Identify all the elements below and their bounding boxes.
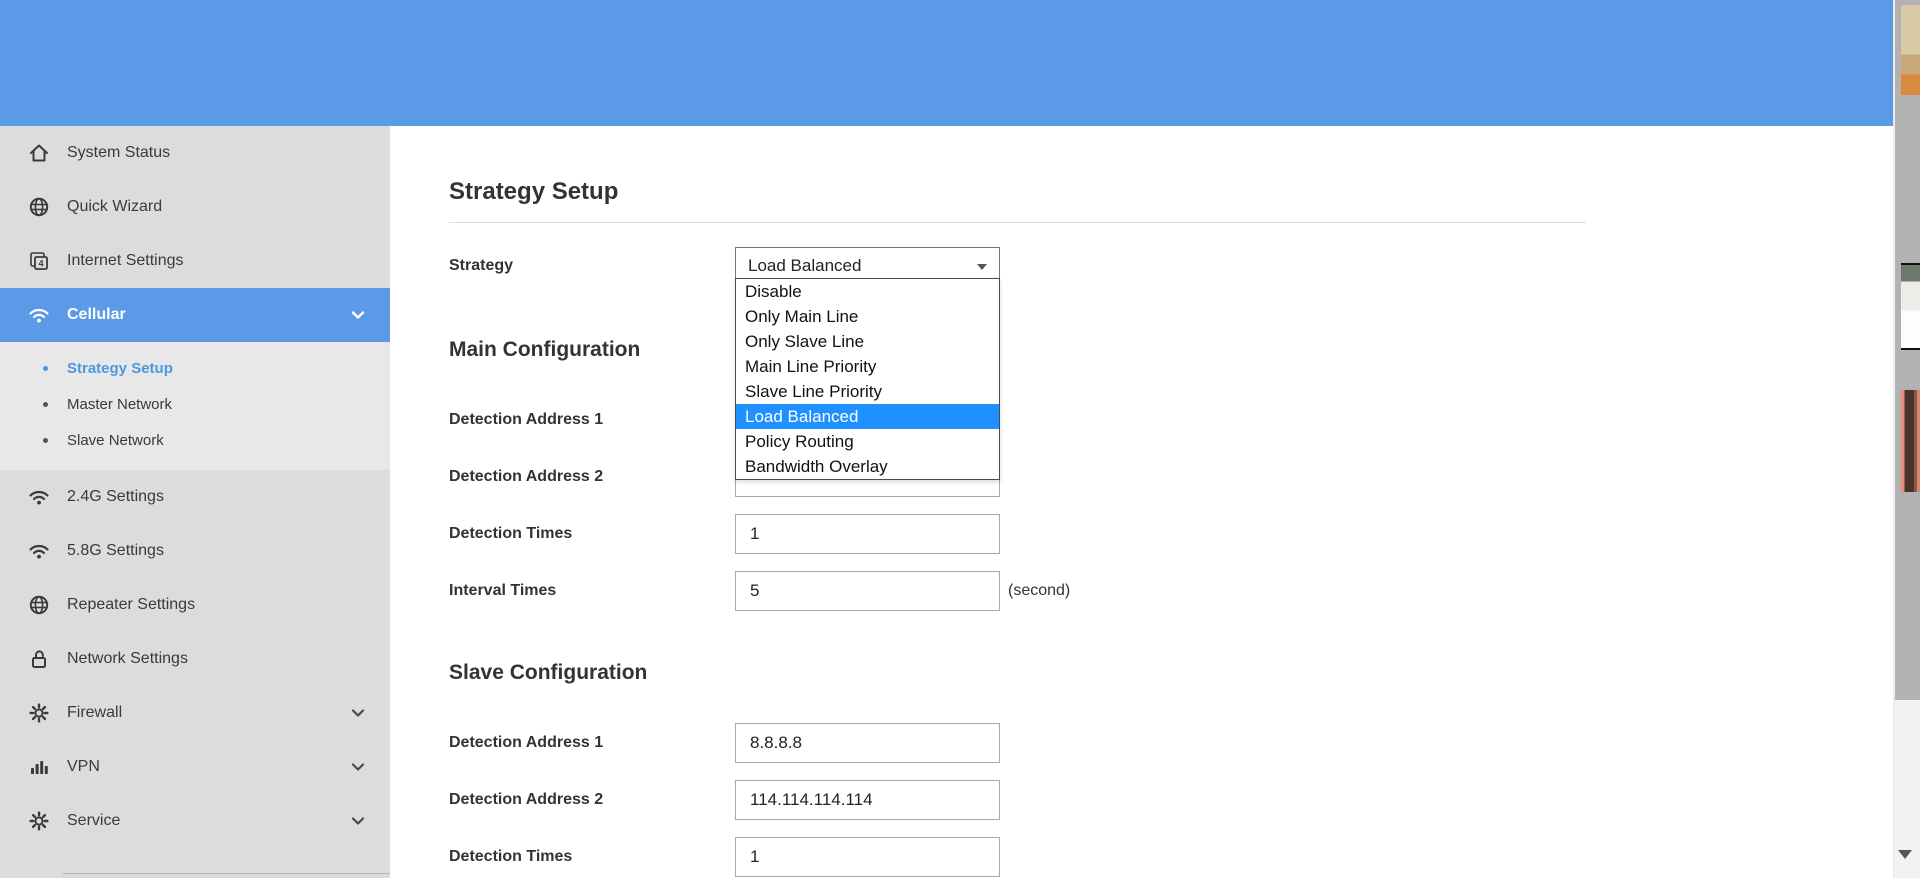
page: System Status Quick Wizard 4 Internet Se… [0,0,1920,878]
chevron-down-icon [350,759,366,775]
bullet-icon [43,401,48,407]
thumbnail [1901,390,1920,492]
bullet-icon [43,365,48,371]
form-row: Detection Address 1 [449,400,1895,440]
globe-icon [28,196,50,218]
sidebar-item-network-settings[interactable]: Network Settings [0,632,390,686]
thumbnail [1901,263,1920,350]
sidebar-item-label: Service [67,812,121,829]
gear-icon [28,810,50,832]
sidebar-item-label: Network Settings [67,650,188,667]
field-label: Interval Times [449,582,557,599]
gear-icon [28,702,50,724]
sidebar-subitem-master-network[interactable]: Master Network [0,386,390,422]
sidebar-item-repeater-settings[interactable]: Repeater Settings [0,578,390,632]
main-interval-times-input[interactable] [735,571,1000,611]
wifi-icon [28,540,50,562]
sidebar-subitem-label: Master Network [67,395,173,413]
dropdown-option-main-line-priority[interactable]: Main Line Priority [736,354,999,379]
sidebar-subitem-strategy-setup[interactable]: Strategy Setup [0,350,390,386]
field-label: Detection Address 1 [449,411,604,428]
sidebar-item-label: Cellular [67,306,126,323]
form-row: Detection Times [449,514,1895,554]
background-window-strip [1895,0,1920,700]
sidebar-item-label: Internet Settings [67,252,184,269]
field-label: Detection Address 1 [449,734,604,751]
sim-card-icon: 4 [28,250,50,272]
chevron-down-icon [350,307,366,323]
scroll-down-arrow-icon [1898,850,1912,859]
sidebar-item-vpn[interactable]: VPN [0,740,390,794]
strategy-row: Strategy Load Balanced [449,247,1895,285]
sidebar-item-label: System Status [67,144,171,161]
sidebar-item-58g-settings[interactable]: 5.8G Settings [0,524,390,578]
dropdown-option-only-main-line[interactable]: Only Main Line [736,304,999,329]
chevron-down-icon [350,813,366,829]
unit-suffix: (second) [1008,582,1071,599]
field-label: Detection Address 2 [449,791,604,808]
form-row: Detection Address 1 [449,723,1895,763]
sidebar-item-service[interactable]: Service [0,794,390,848]
home-icon [28,142,50,164]
main-content: Strategy Setup Strategy Load Balanced Di… [390,126,1895,878]
sidebar-item-label: Quick Wizard [67,198,163,215]
page-title: Strategy Setup [449,178,619,205]
form-row: Detection Address 2 [449,780,1895,820]
form-row: Detection Address 2 [449,457,1895,497]
dropdown-option-load-balanced[interactable]: Load Balanced [736,404,999,429]
select-arrow-icon [977,264,987,270]
cellular-submenu: Strategy Setup Master Network Slave Netw… [0,342,390,470]
main-configuration-title: Main Configuration [449,338,641,361]
sidebar-item-label: Repeater Settings [67,596,196,613]
sidebar-divider [63,873,390,874]
sidebar-subitem-slave-network[interactable]: Slave Network [0,422,390,458]
strategy-dropdown-list: Disable Only Main Line Only Slave Line M… [735,278,1000,480]
dropdown-option-disable[interactable]: Disable [736,279,999,304]
sidebar-item-system-status[interactable]: System Status [0,126,390,180]
sidebar-item-label: 2.4G Settings [67,488,164,505]
sidebar-item-label: 5.8G Settings [67,542,164,559]
dropdown-option-bandwidth-overlay[interactable]: Bandwidth Overlay [736,454,999,479]
sidebar-subitem-label: Slave Network [67,431,164,449]
sidebar-item-cellular[interactable]: Cellular [0,288,390,342]
sidebar: System Status Quick Wizard 4 Internet Se… [0,126,390,878]
thumbnail [1901,5,1920,95]
field-label: Detection Times [449,848,573,865]
dropdown-option-only-slave-line[interactable]: Only Slave Line [736,329,999,354]
sidebar-item-internet-settings[interactable]: 4 Internet Settings [0,234,390,288]
globe-icon [28,594,50,616]
strategy-label: Strategy [449,257,514,274]
title-divider [449,222,1586,223]
sidebar-item-label: VPN [67,758,100,775]
slave-detection-address-1-input[interactable] [735,723,1000,763]
field-label: Detection Times [449,525,573,542]
wifi-icon [28,486,50,508]
bar-chart-icon [28,756,50,778]
strategy-select-value: Load Balanced [748,256,862,275]
lock-icon [28,648,50,670]
sidebar-item-24g-settings[interactable]: 2.4G Settings [0,470,390,524]
sidebar-item-label: Firewall [67,704,123,721]
bullet-icon [43,437,48,443]
main-detection-times-input[interactable] [735,514,1000,554]
dropdown-option-slave-line-priority[interactable]: Slave Line Priority [736,379,999,404]
wifi-icon [28,304,50,326]
chevron-down-icon [350,705,366,721]
sidebar-subitem-label: Strategy Setup [67,359,173,377]
slave-detection-times-input[interactable] [735,837,1000,877]
dropdown-option-policy-routing[interactable]: Policy Routing [736,429,999,454]
sidebar-item-quick-wizard[interactable]: Quick Wizard [0,180,390,234]
slave-detection-address-2-input[interactable] [735,780,1000,820]
sidebar-item-firewall[interactable]: Firewall [0,686,390,740]
form-row: Interval Times (second) [449,571,1895,611]
svg-text:4: 4 [38,259,43,269]
header-bar [0,0,1895,126]
field-label: Detection Address 2 [449,468,604,485]
slave-configuration-title: Slave Configuration [449,661,648,684]
form-row: Detection Times [449,837,1895,877]
